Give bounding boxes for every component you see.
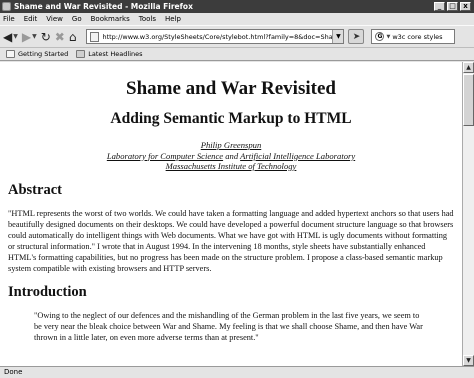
search-engine-icon[interactable]: G (375, 32, 385, 41)
ai-lab-link[interactable]: Artificial Intelligence Laboratory (240, 151, 355, 161)
page-title: Shame and War Revisited (126, 78, 336, 99)
menu-tools[interactable]: Tools (139, 15, 156, 23)
go-button[interactable]: ➤ (348, 29, 365, 44)
firefox-icon (2, 2, 11, 11)
byline: Philip Greenspun Laboratory for Computer… (8, 140, 454, 172)
reload-button[interactable]: ↻ (41, 29, 51, 45)
reload-icon: ↻ (40, 29, 51, 44)
page-icon (90, 31, 100, 42)
home-button[interactable]: ⌂ (69, 29, 77, 45)
maximize-button[interactable]: □ (447, 2, 458, 11)
chevron-down-icon[interactable]: ▼ (13, 33, 18, 40)
menu-bookmarks[interactable]: Bookmarks (91, 15, 130, 23)
status-text: Done (4, 368, 23, 376)
go-icon: ➤ (352, 31, 361, 42)
bookmark-label: Latest Headlines (88, 50, 143, 58)
title-bar: Shame and War Revisited - Mozilla Firefo… (0, 0, 474, 13)
status-bar: Done (0, 366, 474, 378)
scrollbar-thumb[interactable] (463, 74, 474, 126)
search-box[interactable]: G ▼ (371, 29, 456, 44)
menu-help[interactable]: Help (165, 15, 181, 23)
abstract-heading: Abstract (8, 181, 62, 198)
forward-button[interactable]: ▶ ▼ (22, 29, 37, 45)
introduction-heading: Introduction (8, 283, 87, 300)
close-button[interactable]: x (460, 2, 471, 11)
page-content: Shame and War Revisited Adding Semantic … (0, 62, 462, 366)
bookmark-label: Getting Started (18, 50, 69, 58)
menu-go[interactable]: Go (72, 15, 82, 23)
scroll-down-icon[interactable]: ▼ (463, 355, 474, 366)
bookmarks-toolbar: Getting Started Latest Headlines (0, 47, 474, 61)
left-arrow-icon: ◀ (3, 29, 13, 44)
menu-file[interactable]: File (3, 15, 15, 23)
window-controls: _ □ x (434, 2, 471, 11)
stop-button[interactable]: ✖ (55, 29, 65, 45)
bookmark-getting-started[interactable]: Getting Started (6, 50, 68, 58)
menu-bar: File Edit View Go Bookmarks Tools Help (0, 13, 474, 25)
rss-folder-icon (76, 50, 86, 58)
menu-edit[interactable]: Edit (24, 15, 38, 23)
home-icon: ⌂ (68, 29, 77, 44)
address-bar[interactable]: http://www.w3.org/StyleSheets/Core/style… (86, 29, 345, 44)
vertical-scrollbar[interactable]: ▲ ▼ (462, 62, 474, 366)
chevron-down-icon[interactable]: ▼ (32, 33, 37, 40)
right-arrow-icon: ▶ (21, 29, 32, 44)
back-button[interactable]: ◀ ▼ (3, 29, 18, 45)
introduction-quote: "Owing to the neglect of our defences an… (34, 310, 423, 342)
abstract-text: "HTML represents the worst of two worlds… (8, 208, 454, 273)
and-text: and (225, 150, 239, 161)
bookmark-page-icon (6, 50, 15, 58)
lcs-link[interactable]: Laboratory for Computer Science (107, 151, 223, 161)
stop-icon: ✖ (54, 29, 65, 44)
chevron-down-icon[interactable]: ▼ (386, 34, 390, 40)
url-history-dropdown[interactable]: ▼ (332, 30, 344, 43)
author-link[interactable]: Philip Greenspun (201, 140, 262, 150)
mit-link[interactable]: Massachusetts Institute of Technology (166, 161, 297, 171)
window-title: Shame and War Revisited - Mozilla Firefo… (14, 2, 193, 11)
bookmark-latest-headlines[interactable]: Latest Headlines (76, 50, 143, 58)
url-text[interactable]: http://www.w3.org/StyleSheets/Core/style… (102, 33, 332, 41)
navigation-toolbar: ◀ ▼ ▶ ▼ ↻ ✖ ⌂ http://www.w3.org/StyleSheet… (0, 25, 474, 47)
minimize-button[interactable]: _ (434, 2, 445, 11)
search-input[interactable] (392, 32, 451, 41)
scroll-up-icon[interactable]: ▲ (463, 62, 474, 73)
page-subtitle: Adding Semantic Markup to HTML (110, 110, 352, 127)
menu-view[interactable]: View (46, 15, 63, 23)
